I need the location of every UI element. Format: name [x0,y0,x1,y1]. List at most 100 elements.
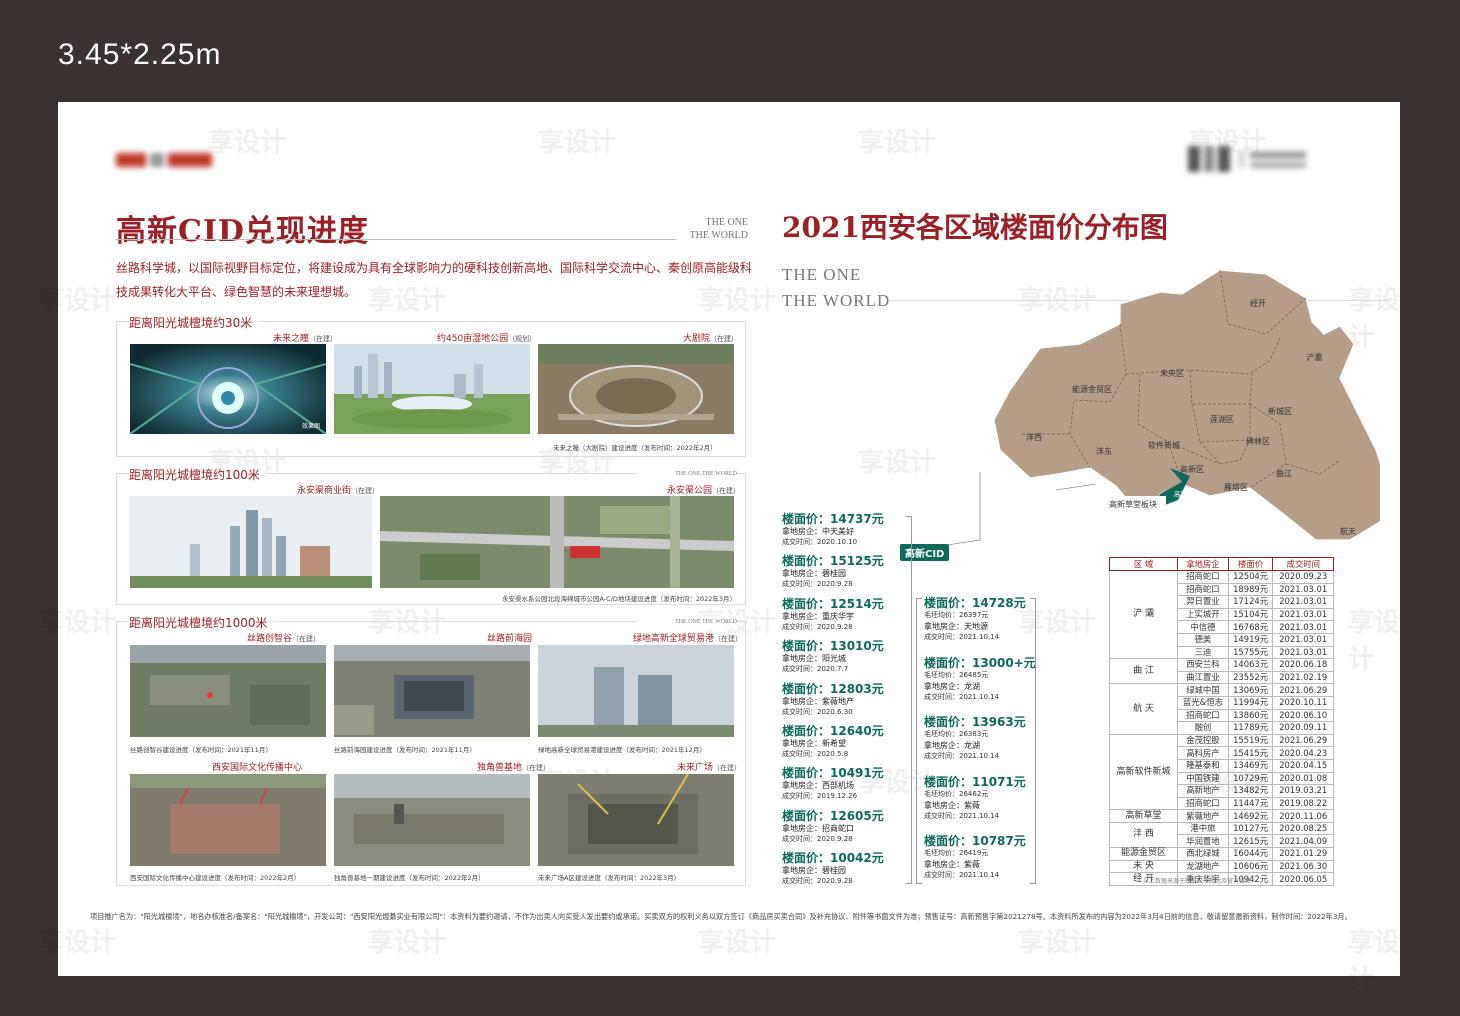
map-label-cid: 高新CID [1174,489,1198,498]
table-cell: 2019.08.22 [1272,796,1334,811]
section-title: 距离阳光城檀境约1000米 [129,614,274,631]
floor-price: 楼面价：12514元 [782,596,884,611]
section-title: 距离阳光城檀境约100米 [129,466,266,483]
table-cell: 高科房产 [1177,746,1229,760]
deal-time: 成交时间：2021.10.14 [924,752,1000,760]
table-cell: 隆基泰和 [1177,758,1229,773]
table-row: 航 天绿城中国 13069元 2021.06.29 [1108,683,1334,735]
developer: 拿地房企：新希望 [782,739,846,748]
developer: 拿地房企：紫薇 [924,800,980,810]
table-cell: 招商蛇口 [1177,570,1229,584]
deal-time: 成交时间：2021.10.14 [924,633,1000,641]
area-cell: 沣 西 [1108,821,1179,849]
table-header: 拿地房企 [1177,557,1229,571]
table-cell: 14063元 [1227,658,1274,672]
table-cell: 16044元 [1227,847,1274,861]
avg-price: 毛坯均价：26383元 [924,730,989,738]
table-cell: 23552元 [1227,670,1274,685]
table-cell: 羿日置业 [1177,595,1229,609]
table-cell: 13860元 [1227,708,1274,723]
deal-time: 成交时间：2021.10.14 [924,692,1000,701]
intro-text: 丝路科学城，以国际视野目标定位，将建设成为具有全球影响力的硬科技创新高地、国际科… [116,261,753,299]
floor-price: 楼面价：10042元 [782,851,884,866]
table-cell: 2021.03.01 [1272,632,1334,647]
board-size-label: 3.45*2.25m [58,38,222,71]
table-cell: 2021.06.29 [1272,733,1334,748]
area-cell: 高新软件新城 [1108,733,1179,811]
table-cell: 10606元 [1227,859,1274,874]
map-label: 碑林区 [1246,436,1270,446]
price-item: 楼面价：11071元 毛坯均价：26462元 拿地房企：紫薇 成交时间：2021… [924,775,1034,822]
photo-caption: 西安国际文化传播中心建设进度（发布时间：2022年2月） [130,874,301,882]
table-cell: 14919元 [1227,632,1274,647]
deal-time: 成交时间：2021.10.14 [924,871,1000,879]
render-badge: 效果图 [301,423,320,430]
floor-price: 楼面价：14728元 [924,596,1026,610]
photo-unicorn-base [334,774,530,866]
floor-price: 楼面价：12640元 [782,724,884,738]
developer: 拿地房企：碧桂园 [782,866,846,876]
photo-caption: 丝路前海园建设进度（发布时间：2021年11月） [334,746,476,754]
table-cell: 2020.09.23 [1272,570,1334,584]
table-cell: 15519元 [1227,733,1274,748]
table-cell: 2020.04.15 [1272,758,1334,773]
source-note: 以上数据来源于政府公示网站及官方媒体 [1143,878,1252,885]
map-label: 沣东 [1096,446,1112,456]
area-cell: 能源金贸区 [1108,847,1179,861]
watermark-text: 享设计 [858,128,937,158]
table-cell: 金茂控股 [1177,733,1229,748]
table-cell: 13469元 [1227,758,1274,773]
developer: 拿地房企：中天美好 [782,527,854,536]
table-cell: 龙湖地产 [1177,859,1229,874]
bracket [916,598,922,884]
photo-caption: 独角兽基地一期建设进度（发布时间：2022年2月） [334,874,485,882]
photo-title: 独角兽基地（在建） [477,763,551,773]
table-cell: 2021.03.01 [1272,595,1334,609]
cid-connector [939,472,981,547]
table-cell: 上实城开 [1177,607,1229,622]
map-label: 软件新城 [1148,440,1180,450]
table-cell: 曲江置业 [1177,670,1229,685]
table-cell: 三迪 [1177,645,1229,660]
table-cell: 14692元 [1227,809,1274,823]
table-cell: 中国铁建 [1177,771,1229,786]
table-cell: 招商蛇口 [1177,582,1229,597]
photo-title: 丝路前海园 [487,634,533,644]
photo-caption: 未来之瞳（大剧院）建设进度（发布时间：2022年2月） [553,444,717,452]
price-item: 楼面价：10491元 拿地房企：西部机场 成交时间：2019.12.26 [782,766,892,802]
table-cell: 13482元 [1227,784,1274,798]
photo-caption: 绿地高新全球贸易港建设进度（发布时间：2021年12月） [538,746,706,754]
left-title: 高新CID兑现进度 [116,214,369,249]
photo-silk-road-qianhai [334,645,530,737]
floor-price: 楼面价：14737元 [782,512,884,526]
table-cell: 13069元 [1227,683,1274,697]
table-row: 曲 江西安兰科 14063元 2020.06.18 [1108,658,1334,685]
theone-mark-left: THE ONE THE WORLD [689,217,748,241]
table-cell: 2021.06.30 [1272,859,1334,874]
theone-mark: THE ONE THE WORLD [637,468,737,481]
table-cell: 15104元 [1227,607,1274,622]
map-label: 新城区 [1268,406,1292,416]
table-cell: 18989元 [1227,582,1274,597]
photo-title: 丝路创智谷（在建） [247,634,321,644]
developer: 拿地房企：紫薇地产 [782,696,854,706]
table-cell: 港中旅 [1177,821,1229,836]
area-cell: 曲 江 [1108,658,1179,685]
deal-time: 成交时间：2020.6.30 [782,707,853,716]
table-cell: 10127元 [1227,821,1274,836]
developer: 拿地房企：紫薇 [924,860,980,869]
table-cell: 2021.02.19 [1272,670,1334,685]
table-row: 高新草堂 紫薇地产 14692元 2020.11.06 [1108,809,1334,823]
table-cell: 招商蛇口 [1177,796,1229,811]
deal-time: 成交时间：2020.7.7 [782,665,849,674]
table-cell: 2021.04.09 [1272,834,1334,849]
table-cell: 2020.01.08 [1272,771,1334,786]
table-row: 能源金贸区 西北绿城 16044元 2021.01.29 [1108,847,1334,861]
table-cell: 2021.03.01 [1272,620,1334,634]
avg-price: 毛坯均价：26397元 [924,611,989,619]
table-cell: 16768元 [1227,620,1274,634]
map-label: 浐灞 [1306,352,1322,362]
photo-yonganqu-park [380,496,734,588]
price-item: 楼面价：13000+元 毛坯均价：26485元 拿地房企：龙湖 成交时间：202… [924,656,1036,703]
watermark-text: 享设计 [698,928,777,958]
